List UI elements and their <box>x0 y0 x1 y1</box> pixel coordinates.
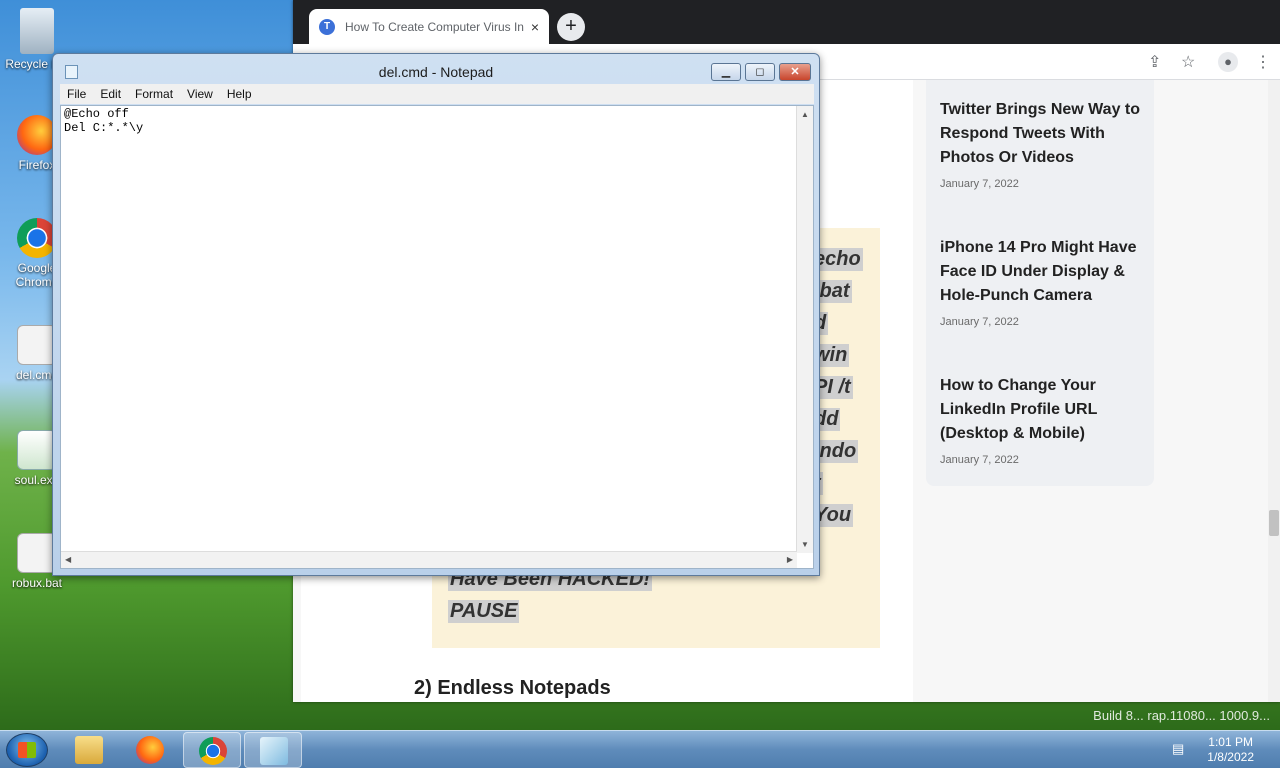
article-subheading: 2) Endless Notepads <box>414 677 611 699</box>
network-tray-icon[interactable]: ▤ <box>1172 741 1188 757</box>
menu-help[interactable]: Help <box>220 84 259 104</box>
windows-build-watermark: Build 8... rap.11080... 1000.9... <box>1093 708 1270 723</box>
post-item[interactable]: How to Change Your LinkedIn Profile URL … <box>940 374 1145 466</box>
editor-horizontal-scrollbar[interactable]: ◀ ▶ <box>61 551 797 568</box>
more-menu-icon[interactable]: ⋮ <box>1255 52 1271 72</box>
share-icon[interactable]: ⇪ <box>1148 52 1161 72</box>
windows-logo-icon <box>18 742 36 758</box>
minimize-icon: ▁ <box>721 66 731 78</box>
taskbar-app-notepad[interactable] <box>244 732 302 768</box>
system-clock[interactable]: 1:01 PM 1/8/2022 <box>1207 735 1254 765</box>
browser-tab[interactable]: T How To Create Computer Virus In × <box>309 9 549 44</box>
taskbar: ▤ 1:01 PM 1/8/2022 <box>0 730 1280 768</box>
notepad-window: del.cmd - Notepad ▁ ◻ ✕ File Edit Format… <box>52 53 820 576</box>
maximize-icon: ◻ <box>755 66 765 78</box>
bookmark-star-icon[interactable]: ☆ <box>1181 52 1195 72</box>
window-title: del.cmd - Notepad <box>378 64 494 80</box>
code-line: PAUSE <box>448 600 520 623</box>
start-button[interactable] <box>6 733 48 767</box>
minimize-button[interactable]: ▁ <box>711 63 741 81</box>
menu-file[interactable]: File <box>60 84 93 104</box>
close-icon: ✕ <box>790 66 800 78</box>
chrome-icon <box>17 218 57 258</box>
tab-close-icon[interactable]: × <box>531 19 539 35</box>
post-date: January 7, 2022 <box>940 316 1019 328</box>
folder-icon <box>75 736 103 764</box>
menu-bar: File Edit Format View Help <box>60 84 814 104</box>
cmd-file-icon <box>17 325 57 365</box>
post-title[interactable]: How to Change Your LinkedIn Profile URL … <box>940 374 1145 446</box>
scroll-right-icon[interactable]: ▶ <box>787 555 793 564</box>
site-favicon-icon: T <box>319 18 335 35</box>
tab-bar: T How To Create Computer Virus In × + <box>293 0 1280 44</box>
exe-file-icon <box>17 430 57 470</box>
post-date: January 7, 2022 <box>940 454 1019 466</box>
taskbar-app-chrome[interactable] <box>183 732 241 768</box>
recent-posts-sidebar: Twitter Brings New Way to Respond Tweets… <box>926 80 1154 486</box>
tab-title: How To Create Computer Virus In <box>345 19 524 34</box>
page-scrollbar[interactable] <box>1268 80 1280 702</box>
clock-date: 1/8/2022 <box>1207 750 1254 764</box>
menu-view[interactable]: View <box>180 84 220 104</box>
editor-vertical-scrollbar[interactable]: ▲ ▼ <box>796 106 813 553</box>
post-date: January 7, 2022 <box>940 178 1019 190</box>
desktop-icon-label: robux.bat <box>11 576 63 590</box>
clock-time: 1:01 PM <box>1208 735 1253 749</box>
scroll-up-icon[interactable]: ▲ <box>801 110 809 119</box>
menu-format[interactable]: Format <box>128 84 180 104</box>
post-item[interactable]: iPhone 14 Pro Might Have Face ID Under D… <box>940 236 1145 328</box>
firefox-icon <box>17 115 57 155</box>
profile-icon[interactable]: ● <box>1218 52 1238 72</box>
text-editor[interactable]: @Echo off Del C:*.*\y ▲ ▼ ◀ ▶ <box>60 105 814 569</box>
editor-content[interactable]: @Echo off Del C:*.*\y <box>64 107 143 135</box>
scroll-down-icon[interactable]: ▼ <box>801 540 809 549</box>
chrome-icon <box>199 737 227 765</box>
post-title[interactable]: Twitter Brings New Way to Respond Tweets… <box>940 98 1145 170</box>
maximize-button[interactable]: ◻ <box>745 63 775 81</box>
post-title[interactable]: iPhone 14 Pro Might Have Face ID Under D… <box>940 236 1145 308</box>
taskbar-app-explorer[interactable] <box>60 732 118 768</box>
new-tab-button[interactable]: + <box>557 13 585 41</box>
post-item[interactable]: Twitter Brings New Way to Respond Tweets… <box>940 98 1145 190</box>
bat-file-icon <box>17 533 57 573</box>
scroll-left-icon[interactable]: ◀ <box>65 555 71 564</box>
notepad-icon <box>260 737 288 765</box>
close-button[interactable]: ✕ <box>779 63 811 81</box>
recycle-bin-icon <box>20 8 54 54</box>
taskbar-app-firefox[interactable] <box>121 732 179 768</box>
menu-edit[interactable]: Edit <box>93 84 128 104</box>
firefox-icon <box>136 736 164 764</box>
page-scrollbar-thumb[interactable] <box>1269 510 1279 536</box>
